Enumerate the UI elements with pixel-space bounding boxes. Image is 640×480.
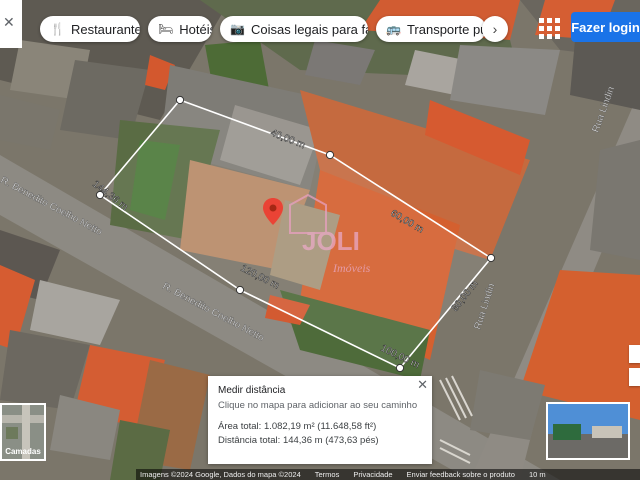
measure-vertex[interactable] xyxy=(175,95,185,105)
close-icon[interactable]: ✕ xyxy=(3,14,15,31)
total-distance: Distância total: 144,36 m (473,63 pés) xyxy=(218,435,379,446)
fork-knife-icon: 🍴 xyxy=(50,22,65,36)
street-view-pegman-icon[interactable] xyxy=(629,345,640,363)
street-view-image xyxy=(548,404,628,458)
layers-label: Camadas xyxy=(5,447,41,456)
search-box-edge[interactable]: ✕ xyxy=(0,0,22,48)
zoom-in-button[interactable] xyxy=(629,368,640,386)
bus-icon: 🚌 xyxy=(386,22,401,36)
chip-label: Transporte públ... xyxy=(406,21,486,37)
chip-label: Restaurantes xyxy=(70,21,140,37)
measure-vertex[interactable] xyxy=(325,150,335,160)
total-area: Área total: 1.082,19 m² (11.648,58 ft²) xyxy=(218,421,377,432)
apps-grid-icon[interactable] xyxy=(536,15,560,39)
map-footer: Imagens ©2024 Google, Dados do mapa ©202… xyxy=(136,469,640,480)
close-icon[interactable]: ✕ xyxy=(417,377,428,393)
camera-icon: 📷 xyxy=(230,22,245,36)
street-view-thumbnail[interactable] xyxy=(546,402,630,460)
measure-distance-panel: Medir distância Clique no mapa para adic… xyxy=(208,376,432,464)
chip-hotels[interactable]: 🛏 Hotéis xyxy=(148,16,212,42)
watermark-brand: JOLI xyxy=(302,226,360,256)
chip-transit[interactable]: 🚌 Transporte públ... xyxy=(376,16,486,42)
privacy-link[interactable]: Privacidade xyxy=(353,470,392,479)
attribution: Imagens ©2024 Google, Dados do mapa ©202… xyxy=(140,470,301,479)
panel-title: Medir distância xyxy=(218,385,286,396)
measure-vertex[interactable] xyxy=(235,285,245,295)
chip-label: Hotéis xyxy=(179,21,212,37)
scale-label: 10 m xyxy=(528,470,546,479)
watermark-sub: Imóveis xyxy=(332,261,371,275)
chip-label: Coisas legais para fa... xyxy=(250,21,368,37)
terms-link[interactable]: Termos xyxy=(315,470,340,479)
measure-vertex[interactable] xyxy=(486,253,496,263)
layers-button[interactable]: Camadas xyxy=(0,403,46,461)
bed-icon: 🛏 xyxy=(158,22,174,36)
feedback-link[interactable]: Enviar feedback sobre o produto xyxy=(407,470,515,479)
chevron-right-icon[interactable]: › xyxy=(482,16,508,42)
login-button[interactable]: Fazer login xyxy=(571,12,640,42)
chip-things-to-do[interactable]: 📷 Coisas legais para fa... xyxy=(220,16,368,42)
measure-vertex[interactable] xyxy=(395,363,405,373)
panel-hint: Clique no mapa para adicionar ao seu cam… xyxy=(218,400,418,411)
chip-restaurants[interactable]: 🍴 Restaurantes xyxy=(40,16,140,42)
